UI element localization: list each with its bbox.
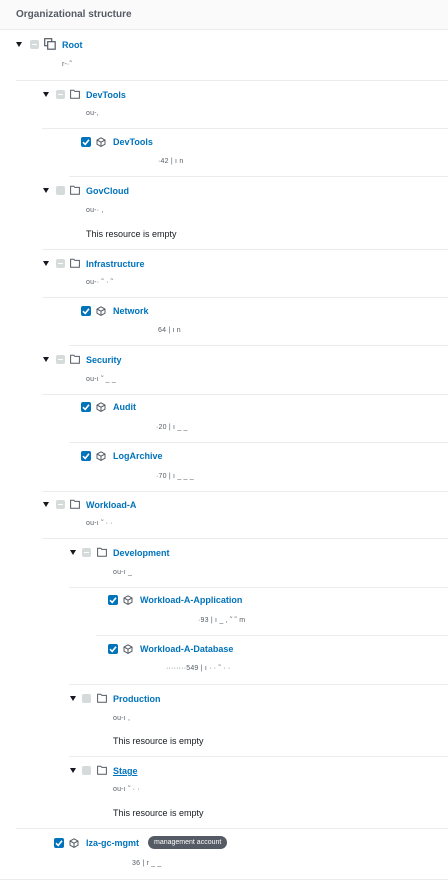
mgmt-account-label[interactable]: lza-gc-mgmt — [86, 838, 139, 848]
mgmt-account-checkbox[interactable] — [54, 838, 64, 848]
folder-icon — [97, 547, 107, 557]
infrastructure-ou-checkbox[interactable] — [56, 259, 65, 268]
root-label[interactable]: Root — [62, 40, 83, 50]
security-ou-id: ou-ı ˜ _ _ — [86, 376, 117, 383]
divider — [42, 538, 448, 539]
divider — [69, 756, 448, 757]
production-ou-id: ou-ı , — [113, 715, 131, 722]
divider — [69, 345, 448, 346]
stage-ou-label[interactable]: Stage — [113, 766, 138, 776]
expand-caret-icon[interactable] — [43, 188, 49, 193]
production-ou-label[interactable]: Production — [113, 694, 161, 704]
devtools-ou-label[interactable]: DevTools — [86, 90, 126, 100]
stage-ou-id: ou-ı ˜ · · — [113, 786, 140, 793]
workload-a-database-account-checkbox[interactable] — [108, 644, 118, 654]
devtools-ou-id: ou-, — [86, 110, 99, 117]
root-org-icon — [44, 38, 56, 50]
divider — [16, 80, 448, 81]
management-account-badge: management account — [148, 836, 228, 849]
govcloud-ou-label[interactable]: GovCloud — [86, 186, 129, 196]
root-id: r-·˜ — [62, 61, 73, 68]
audit-account-details: ·20 | ı _ _ — [156, 424, 188, 431]
folder-icon — [70, 258, 80, 268]
divider — [42, 249, 448, 250]
account-cube-icon — [96, 137, 106, 147]
network-account-checkbox[interactable] — [81, 306, 91, 316]
expand-caret-icon[interactable] — [70, 696, 76, 701]
logarchive-account-label[interactable]: LogArchive — [113, 451, 163, 461]
expand-caret-icon[interactable] — [70, 768, 76, 773]
folder-icon — [70, 185, 80, 195]
expand-caret-icon[interactable] — [43, 92, 49, 97]
divider — [42, 491, 448, 492]
security-ou-checkbox[interactable] — [56, 355, 65, 364]
divider — [69, 684, 448, 685]
expand-caret-icon[interactable] — [16, 42, 22, 47]
account-cube-icon — [96, 451, 106, 461]
devtools-account-details: ·42 | ı n — [158, 158, 184, 165]
divider — [69, 587, 448, 588]
panel-header: Organizational structure — [0, 0, 448, 30]
expand-caret-icon[interactable] — [43, 357, 49, 362]
account-cube-icon — [69, 838, 79, 848]
empty-resource-text: This resource is empty — [86, 229, 177, 239]
production-ou-checkbox[interactable] — [82, 694, 91, 703]
folder-icon — [97, 693, 107, 703]
folder-icon — [70, 89, 80, 99]
divider — [42, 128, 448, 129]
workload-a-application-account-checkbox[interactable] — [108, 595, 118, 605]
development-ou-checkbox[interactable] — [82, 548, 91, 557]
account-cube-icon — [123, 644, 133, 654]
workload-a-database-account-details: ········549 | ı · · ˜ · · — [166, 665, 231, 672]
development-ou-label[interactable]: Development — [113, 548, 170, 558]
divider — [69, 176, 448, 177]
folder-icon — [97, 765, 107, 775]
govcloud-ou-id: ou-· , — [86, 207, 104, 214]
workload-a-application-account-label[interactable]: Workload-A-Application — [140, 595, 242, 605]
account-cube-icon — [96, 402, 106, 412]
govcloud-ou-checkbox[interactable] — [56, 186, 65, 195]
folder-icon — [70, 354, 80, 364]
devtools-account-checkbox[interactable] — [81, 137, 91, 147]
stage-ou-checkbox[interactable] — [82, 766, 91, 775]
development-ou-id: ou-ı _ — [113, 569, 133, 576]
workload-a-ou-checkbox[interactable] — [56, 500, 65, 509]
expand-caret-icon[interactable] — [43, 502, 49, 507]
account-cube-icon — [96, 306, 106, 316]
divider — [16, 828, 448, 829]
workload-a-application-account-details: ·93 | ı _ , ˜ ˜ m — [198, 617, 246, 624]
network-account-details: 64 | ı n — [158, 327, 181, 334]
network-account-label[interactable]: Network — [113, 306, 149, 316]
audit-account-label[interactable]: Audit — [113, 402, 136, 412]
root-checkbox[interactable] — [30, 40, 39, 49]
logarchive-account-details: ·70 | ı _ _ _ — [156, 473, 194, 480]
devtools-ou-checkbox[interactable] — [56, 90, 65, 99]
audit-account-checkbox[interactable] — [81, 402, 91, 412]
divider — [96, 635, 448, 636]
folder-icon — [70, 499, 80, 509]
account-cube-icon — [123, 595, 133, 605]
logarchive-account-checkbox[interactable] — [81, 451, 91, 461]
mgmt-account-details: 36 | r _ _ — [132, 860, 162, 867]
infrastructure-ou-id: ou-· ˜ · ˜ — [86, 279, 114, 286]
workload-a-database-account-label[interactable]: Workload-A-Database — [140, 644, 233, 654]
expand-caret-icon[interactable] — [70, 550, 76, 555]
divider — [69, 442, 448, 443]
devtools-account-label[interactable]: DevTools — [113, 137, 153, 147]
empty-resource-text: This resource is empty — [113, 808, 204, 818]
expand-caret-icon[interactable] — [43, 261, 49, 266]
divider — [42, 297, 448, 298]
infrastructure-ou-label[interactable]: Infrastructure — [86, 259, 145, 269]
divider — [0, 879, 448, 880]
empty-resource-text: This resource is empty — [113, 736, 204, 746]
workload-a-ou-label[interactable]: Workload-A — [86, 500, 136, 510]
divider — [42, 394, 448, 395]
panel-title: Organizational structure — [16, 9, 132, 20]
workload-a-ou-id: ou-ı ˜ · · — [86, 520, 113, 527]
security-ou-label[interactable]: Security — [86, 355, 122, 365]
